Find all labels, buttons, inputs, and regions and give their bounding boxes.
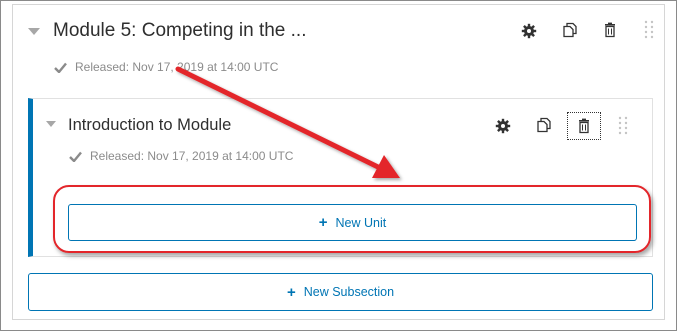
plus-icon: +	[286, 283, 296, 301]
subsection-delete-trash-icon[interactable]	[576, 118, 592, 134]
module-collapse-caret-icon[interactable]	[28, 28, 40, 35]
subsection-drag-handle-icon[interactable]	[618, 116, 628, 138]
module-release-status: Released: Nov 17, 2019 at 14:00 UTC	[54, 60, 278, 74]
new-subsection-button[interactable]: + New Subsection	[28, 273, 653, 311]
module-delete-trash-icon[interactable]	[602, 22, 618, 38]
subsection-title[interactable]: Introduction to Module	[68, 116, 231, 135]
module-drag-handle-icon[interactable]	[644, 20, 654, 42]
annotation-highlight-oval	[53, 185, 651, 253]
module-released-text: Released: Nov 17, 2019 at 14:00 UTC	[75, 60, 279, 74]
module-settings-gear-icon[interactable]	[521, 23, 537, 39]
subsection-settings-gear-icon[interactable]	[495, 118, 511, 134]
subsection-released-text: Released: Nov 17, 2019 at 14:00 UTC	[90, 149, 294, 163]
subsection-duplicate-icon[interactable]	[536, 117, 552, 133]
new-subsection-label: New Subsection	[303, 285, 395, 299]
module-duplicate-icon[interactable]	[562, 22, 578, 38]
subsection-release-status: Released: Nov 17, 2019 at 14:00 UTC	[69, 149, 293, 163]
module-title[interactable]: Module 5: Competing in the ...	[53, 20, 306, 42]
subsection-collapse-caret-icon[interactable]	[46, 121, 56, 127]
check-icon	[69, 151, 82, 162]
check-icon	[54, 62, 67, 73]
